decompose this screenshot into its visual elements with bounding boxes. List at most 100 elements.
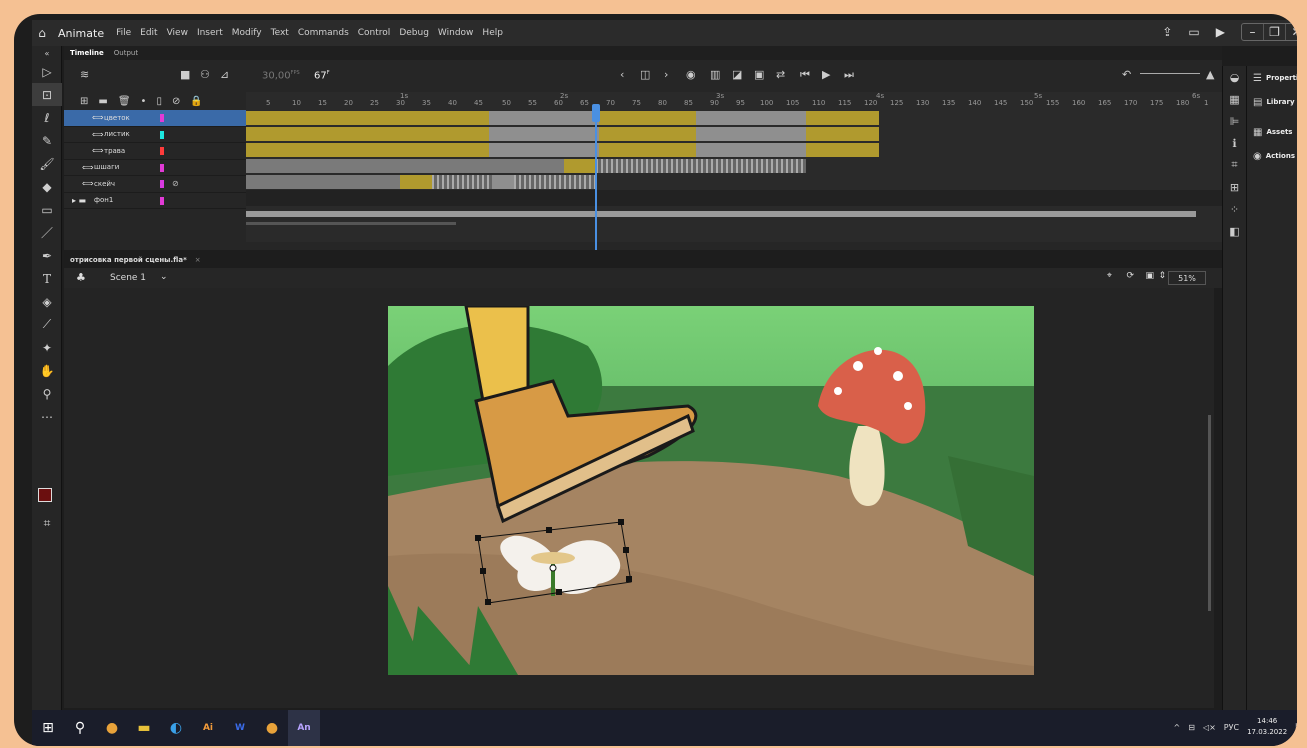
go-first-frame-icon[interactable]: ⏮ xyxy=(800,68,810,82)
tray-chevron-icon[interactable]: ^ xyxy=(1174,723,1181,732)
menu-file[interactable]: File xyxy=(116,28,131,38)
workspace-icon[interactable]: ▭ xyxy=(1188,25,1199,39)
pin-tool-icon[interactable]: ✦ xyxy=(32,336,62,359)
frame-span[interactable] xyxy=(599,127,696,141)
eraser-tool-icon[interactable]: ◆ xyxy=(32,175,62,198)
brush-tool-icon[interactable]: ✎ xyxy=(32,129,62,152)
frame-span[interactable] xyxy=(806,143,879,157)
frame-span[interactable] xyxy=(489,111,599,125)
edit-multiple-frames-icon[interactable]: ▥ xyxy=(710,68,720,81)
word-icon[interactable]: W xyxy=(224,710,256,746)
layer-row[interactable]: ⟺ листик xyxy=(64,127,246,143)
frame-row[interactable] xyxy=(246,190,1222,206)
frame-span[interactable] xyxy=(599,143,696,157)
close-icon[interactable]: ✕ xyxy=(1286,24,1297,40)
scene-icon[interactable]: ♣ xyxy=(76,271,86,284)
lock-icon[interactable]: 🔒 xyxy=(190,96,202,107)
clock[interactable]: 14:46 17.03.2022 xyxy=(1247,716,1287,738)
info-icon[interactable]: ℹ xyxy=(1223,132,1246,154)
frame-span[interactable] xyxy=(246,211,1196,217)
graph-icon[interactable]: ⊿ xyxy=(220,68,229,81)
motion-presets-icon[interactable]: ⁘ xyxy=(1223,198,1246,220)
layers-stack-icon[interactable]: ≋ xyxy=(80,68,89,81)
hand-tool-icon[interactable]: ✋ xyxy=(32,359,62,382)
next-keyframe-icon[interactable]: › xyxy=(664,68,668,81)
minimize-icon[interactable]: – xyxy=(1242,24,1264,40)
prev-keyframe-icon[interactable]: ‹ xyxy=(620,68,624,81)
new-folder-icon[interactable]: ▬ xyxy=(98,96,107,107)
file-explorer-icon[interactable]: ▬ xyxy=(128,710,160,746)
frame-ruler[interactable]: 5 10 15 20 25 30 35 40 45 50 55 60 65 70… xyxy=(246,92,1222,110)
frame-span[interactable] xyxy=(400,175,432,189)
playhead[interactable] xyxy=(592,104,600,250)
undo-icon[interactable]: ↶ xyxy=(1122,68,1131,81)
delete-layer-icon[interactable]: 🗑 xyxy=(118,96,131,107)
frame-span[interactable] xyxy=(599,111,696,125)
layer-row[interactable]: ⟺ цветок xyxy=(64,110,246,127)
menu-edit[interactable]: Edit xyxy=(140,28,157,38)
onion-skin-icon[interactable]: ◉ xyxy=(686,68,696,81)
camera-icon[interactable]: ■ xyxy=(180,68,190,81)
menu-text[interactable]: Text xyxy=(271,28,289,38)
frame-span[interactable] xyxy=(432,175,492,189)
create-tween-icon[interactable]: ◪ xyxy=(732,68,742,81)
layer-row[interactable]: ⟺ шшаги xyxy=(64,160,246,176)
timeline-zoom-slider[interactable] xyxy=(1140,73,1200,74)
frame-span[interactable] xyxy=(246,111,489,125)
menu-debug[interactable]: Debug xyxy=(399,28,429,38)
test-movie-icon[interactable]: ▶ xyxy=(1216,25,1225,39)
layer-parenting-icon[interactable]: ⚇ xyxy=(200,68,210,81)
loop-icon[interactable]: ⇄ xyxy=(776,68,785,81)
highlight-icon[interactable]: • xyxy=(141,96,147,107)
align-icon[interactable]: ⊫ xyxy=(1223,110,1246,132)
network-icon[interactable]: ⊟ xyxy=(1188,723,1195,732)
transform-icon[interactable]: ⌗ xyxy=(1223,154,1246,176)
tab-timeline[interactable]: Timeline xyxy=(70,49,104,57)
menu-view[interactable]: View xyxy=(167,28,188,38)
frame-span[interactable] xyxy=(246,143,489,157)
frame-picker-icon[interactable]: ◧ xyxy=(1223,220,1246,242)
windows-start-icon[interactable]: ⊞ xyxy=(32,710,64,746)
eyedropper-tool-icon[interactable]: ⟋ xyxy=(32,313,62,336)
paint-bucket-tool-icon[interactable]: ◈ xyxy=(32,290,62,313)
menu-commands[interactable]: Commands xyxy=(298,28,349,38)
frame-span[interactable] xyxy=(246,175,400,189)
layer-row[interactable]: ▸ ▬ фон1 xyxy=(64,193,246,209)
menu-modify[interactable]: Modify xyxy=(232,28,262,38)
layer-row[interactable]: ⟺ трава xyxy=(64,143,246,160)
lasso-tool-icon[interactable]: ℓ xyxy=(32,106,62,129)
center-stage-icon[interactable]: ⌖ xyxy=(1107,271,1112,281)
frame-span[interactable] xyxy=(806,127,879,141)
swatches-icon[interactable]: ▦ xyxy=(1223,88,1246,110)
frame-span[interactable] xyxy=(696,127,806,141)
vertical-scrollbar[interactable] xyxy=(1208,415,1211,611)
frame-row[interactable] xyxy=(246,158,1222,174)
rectangle-tool-icon[interactable]: ▭ xyxy=(32,198,62,221)
notifications-icon[interactable]: ▤2 xyxy=(1295,721,1297,733)
fps-value[interactable]: 30,00FPS xyxy=(262,70,300,81)
illustrator-icon[interactable]: Ai xyxy=(192,710,224,746)
hidden-eye-icon[interactable]: ⊘ xyxy=(172,179,179,188)
folder-expand-icon[interactable]: ▸ ▬ xyxy=(72,196,86,205)
animate-icon[interactable]: An xyxy=(288,710,320,746)
language-indicator[interactable]: РУС xyxy=(1224,723,1239,732)
frame-row[interactable] xyxy=(246,206,1222,222)
clip-icon[interactable]: ▣ xyxy=(1145,271,1154,281)
menu-insert[interactable]: Insert xyxy=(197,28,223,38)
stage-canvas[interactable] xyxy=(388,306,1034,675)
text-tool-icon[interactable]: T xyxy=(32,267,62,290)
frame-row[interactable] xyxy=(246,142,1222,158)
document-tab[interactable]: отрисовка первой сцены.fla* × xyxy=(64,252,1222,268)
insert-keyframe-icon[interactable]: ◫ xyxy=(640,68,650,81)
play-icon[interactable]: ▶ xyxy=(822,68,830,81)
menu-control[interactable]: Control xyxy=(358,28,391,38)
share-icon[interactable]: ⇪ xyxy=(1162,25,1172,39)
frame-span[interactable] xyxy=(246,127,489,141)
go-last-frame-icon[interactable]: ⏭ xyxy=(844,68,854,82)
zoom-tool-icon[interactable]: ⚲ xyxy=(32,382,62,405)
chevron-down-icon[interactable]: ⌄ xyxy=(160,272,168,282)
color-icon[interactable]: ◒ xyxy=(1223,66,1246,88)
frame-row[interactable] xyxy=(246,126,1222,142)
paint-brush-tool-icon[interactable]: 🖌 xyxy=(32,152,62,175)
frame-span[interactable] xyxy=(492,175,514,189)
